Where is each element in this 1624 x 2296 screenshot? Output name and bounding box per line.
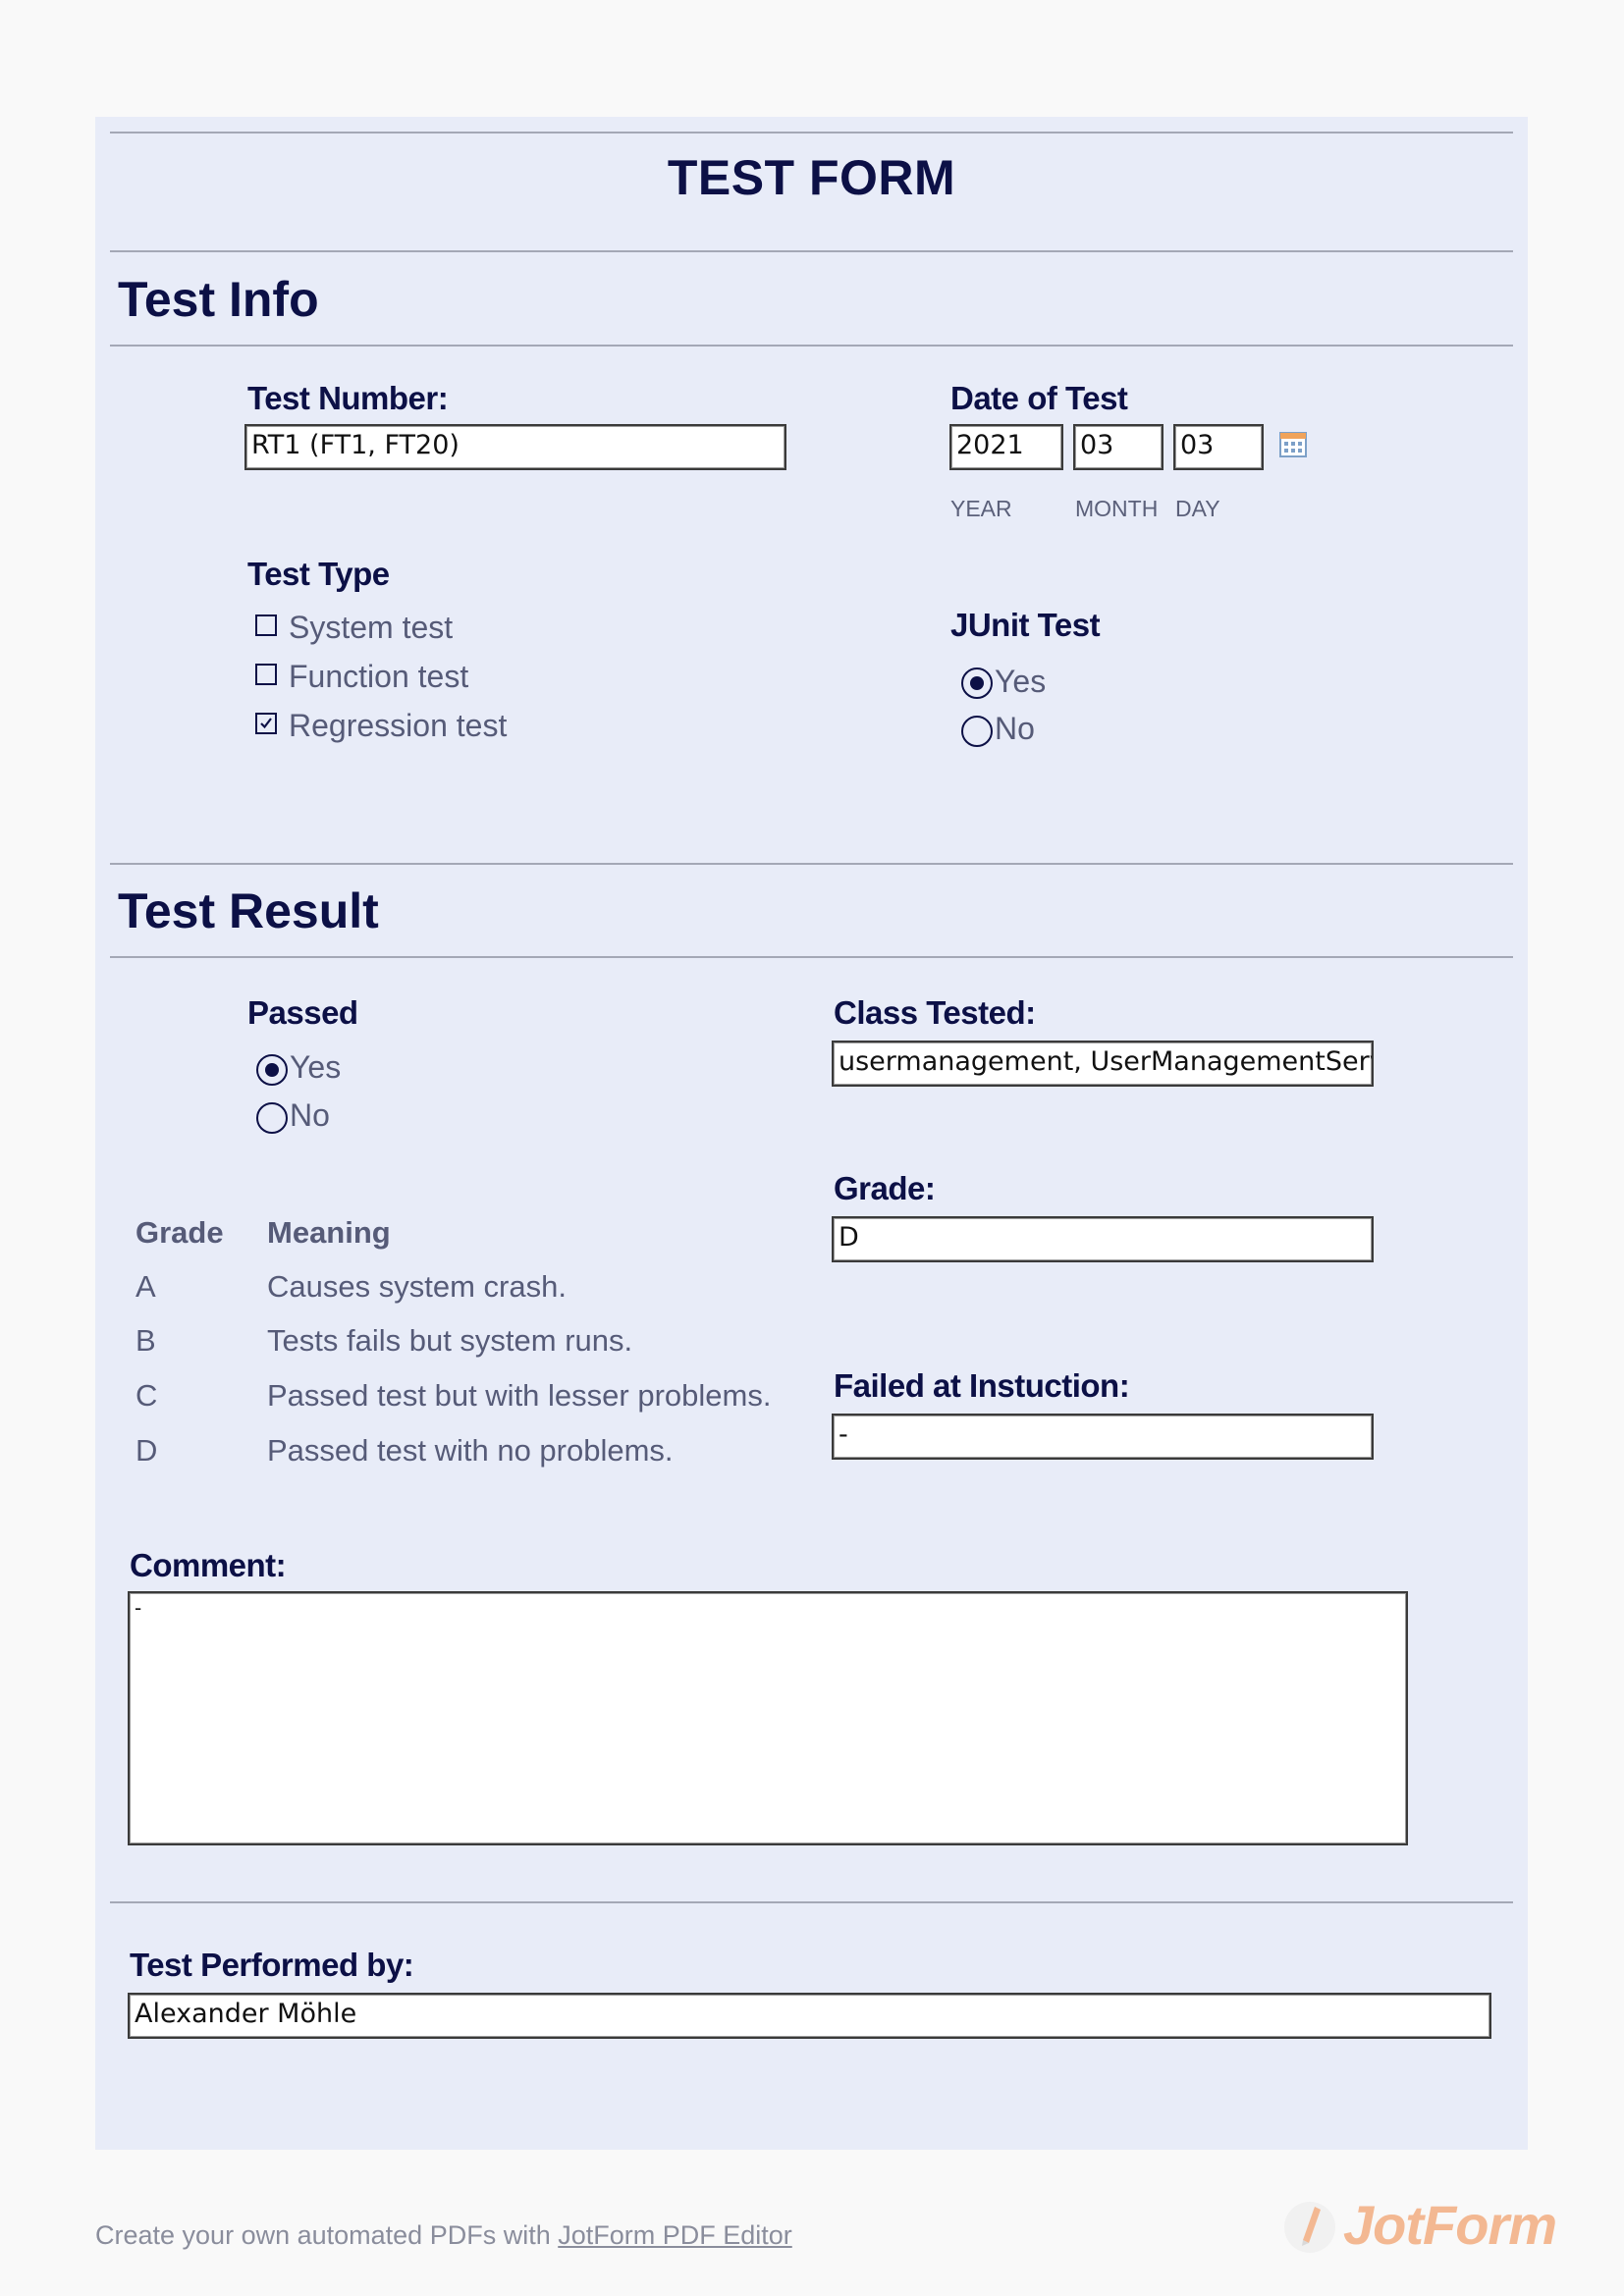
comment-label: Comment: <box>130 1547 287 1583</box>
system-test-checkbox[interactable] <box>255 614 277 636</box>
day-sublabel: DAY <box>1175 496 1220 521</box>
function-test-label: Function test <box>289 659 469 694</box>
regression-test-label: Regression test <box>289 708 508 743</box>
date-of-test-label: Date of Test <box>950 380 1128 416</box>
section-title-test-result: Test Result <box>118 883 379 938</box>
performed-by-label: Test Performed by: <box>130 1947 414 1983</box>
footer-caption: Create your own automated PDFs with <box>95 2220 559 2250</box>
jotform-logo-icon <box>1281 2197 1338 2254</box>
form-title: TEST FORM <box>667 150 956 205</box>
test-number-field[interactable]: RT1 (FT1, FT20) <box>244 424 786 470</box>
grade-cell: B <box>135 1323 156 1358</box>
regression-test-checkbox[interactable] <box>255 713 277 734</box>
radio-dot <box>265 1063 279 1077</box>
failed-at-label: Failed at Instuction: <box>834 1367 1130 1404</box>
test-number-label: Test Number: <box>247 380 449 416</box>
junit-yes-label: Yes <box>995 664 1047 699</box>
grade-field[interactable]: D <box>832 1216 1374 1262</box>
divider <box>110 250 1513 252</box>
passed-yes-label: Yes <box>290 1049 342 1085</box>
jotform-editor-link[interactable]: JotForm PDF Editor <box>558 2220 792 2250</box>
jotform-brand: JotForm <box>1343 2194 1557 2256</box>
passed-no-label: No <box>290 1097 330 1133</box>
meaning-cell: Tests fails but system runs. <box>267 1323 633 1358</box>
passed-label: Passed <box>247 994 358 1031</box>
meaning-cell: Causes system crash. <box>267 1269 567 1304</box>
passed-yes-radio[interactable] <box>256 1054 288 1086</box>
radio-dot <box>970 676 984 690</box>
junit-test-label: JUnit Test <box>950 607 1101 643</box>
failed-at-field[interactable]: - <box>832 1414 1374 1460</box>
grade-label: Grade: <box>834 1170 936 1206</box>
divider <box>110 345 1513 347</box>
class-tested-field[interactable]: usermanagement, UserManagementServlet <box>832 1041 1374 1087</box>
grade-column-header: Grade <box>135 1215 224 1250</box>
meaning-column-header: Meaning <box>267 1215 391 1250</box>
test-type-label: Test Type <box>247 556 390 592</box>
divider <box>110 956 1513 958</box>
divider <box>110 132 1513 133</box>
junit-no-radio[interactable] <box>961 716 993 747</box>
meaning-cell: Passed test with no problems. <box>267 1433 674 1468</box>
comment-field[interactable]: - <box>128 1591 1408 1845</box>
junit-no-label: No <box>995 711 1035 746</box>
system-test-label: System test <box>289 610 454 645</box>
section-title-test-info: Test Info <box>118 272 319 327</box>
day-field[interactable]: 03 <box>1173 424 1264 470</box>
passed-no-radio[interactable] <box>256 1102 288 1134</box>
year-field[interactable]: 2021 <box>949 424 1063 470</box>
performed-by-field[interactable]: Alexander Möhle <box>128 1993 1491 2039</box>
footer-text: Create your own automated PDFs with JotF… <box>95 2220 792 2251</box>
grade-cell: C <box>135 1378 158 1413</box>
calendar-icon[interactable] <box>1279 430 1307 457</box>
divider <box>110 863 1513 865</box>
checkmark-icon <box>260 718 272 729</box>
divider <box>110 1901 1513 1903</box>
function-test-checkbox[interactable] <box>255 664 277 685</box>
month-field[interactable]: 03 <box>1073 424 1164 470</box>
grade-cell: D <box>135 1433 158 1468</box>
junit-yes-radio[interactable] <box>961 667 993 699</box>
month-sublabel: MONTH <box>1075 496 1159 521</box>
year-sublabel: YEAR <box>950 496 1012 521</box>
class-tested-label: Class Tested: <box>834 994 1036 1031</box>
meaning-cell: Passed test but with lesser problems. <box>267 1378 772 1413</box>
grade-cell: A <box>135 1269 156 1304</box>
